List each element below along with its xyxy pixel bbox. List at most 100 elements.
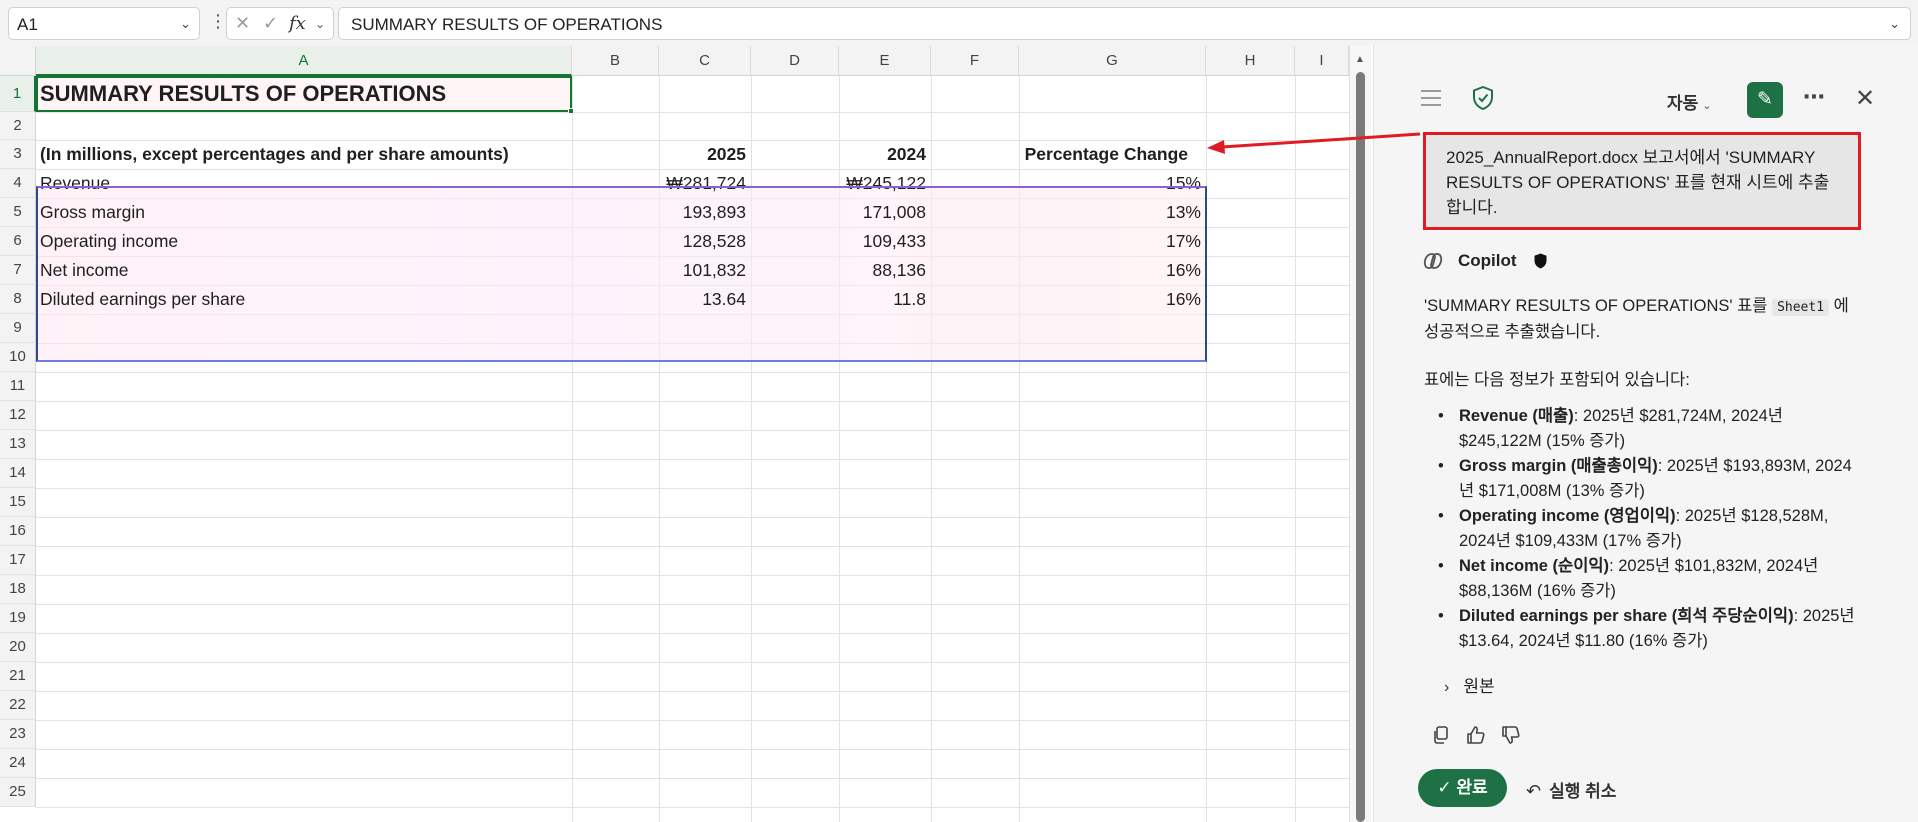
chevron-right-icon: › (1444, 679, 1450, 696)
row-header-2[interactable]: 2 (0, 112, 36, 140)
check-icon: ✓ (1437, 778, 1452, 797)
row-header-8[interactable]: 8 (0, 285, 36, 314)
chevron-down-icon: ⌄ (1702, 100, 1712, 112)
check-icon[interactable]: ✓ (263, 13, 278, 34)
column-header-i[interactable]: I (1295, 46, 1349, 76)
table-row-label[interactable]: Operating income (40, 227, 178, 255)
table-cell-2025[interactable]: 128,528 (659, 227, 746, 255)
thumbs-up-icon[interactable] (1466, 725, 1490, 747)
vertical-scrollbar[interactable]: ▲ (1349, 46, 1371, 822)
done-button[interactable]: ✓ 완료 (1418, 769, 1507, 807)
undo-button[interactable]: ↶ 실행 취소 (1526, 777, 1616, 802)
row-header-23[interactable]: 23 (0, 720, 36, 749)
spreadsheet-grid[interactable]: A B C D E F G H I 1 2 3 4 5 6 7 8 9 10 1… (0, 46, 1349, 822)
table-header-label[interactable]: (In millions, except percentages and per… (40, 140, 509, 168)
table-cell-2024[interactable]: 88,136 (839, 256, 926, 284)
column-header-g[interactable]: G (1019, 46, 1206, 76)
table-cell-change[interactable]: 16% (1019, 285, 1201, 313)
column-header-h[interactable]: H (1206, 46, 1295, 76)
row-header-6[interactable]: 6 (0, 227, 36, 256)
gridline (36, 749, 1349, 750)
row-header-4[interactable]: 4 (0, 169, 36, 198)
formula-input[interactable]: SUMMARY RESULTS OF OPERATIONS ⌄ (338, 7, 1911, 40)
undo-label: 실행 취소 (1549, 782, 1617, 801)
table-header-2025[interactable]: 2025 (659, 140, 746, 168)
column-header-e[interactable]: E (839, 46, 931, 76)
table-row-label[interactable]: Diluted earnings per share (40, 285, 245, 313)
table-row-label[interactable]: Gross margin (40, 198, 145, 226)
table-cell-2025[interactable]: 101,832 (659, 256, 746, 284)
column-header-a[interactable]: A (36, 46, 572, 76)
row-header-24[interactable]: 24 (0, 749, 36, 778)
row-header-14[interactable]: 14 (0, 459, 36, 488)
copy-icon[interactable] (1432, 725, 1456, 747)
fill-handle[interactable] (568, 108, 574, 114)
source-toggle[interactable]: › 원본 (1444, 672, 1495, 697)
row-header-5[interactable]: 5 (0, 198, 36, 227)
fx-icon[interactable]: fx (289, 13, 306, 34)
more-icon[interactable]: ⋯ (1803, 84, 1825, 110)
table-cell-2025[interactable]: 13.64 (659, 285, 746, 313)
thumbs-down-icon[interactable] (1501, 725, 1525, 747)
table-row-label[interactable]: Net income (40, 256, 129, 284)
table-cell-change[interactable]: 15% (1019, 169, 1201, 197)
table-header-change[interactable]: Percentage Change (1019, 140, 1188, 168)
row-header-19[interactable]: 19 (0, 604, 36, 633)
table-cell-change[interactable]: 17% (1019, 227, 1201, 255)
name-box[interactable]: A1 ⌄ (8, 7, 200, 40)
more-vertical-icon[interactable]: ⋮ (209, 11, 227, 32)
column-header-f[interactable]: F (931, 46, 1019, 76)
row-header-7[interactable]: 7 (0, 256, 36, 285)
table-cell-2024[interactable]: 171,008 (839, 198, 926, 226)
column-header-b[interactable]: B (572, 46, 659, 76)
row-header-11[interactable]: 11 (0, 372, 36, 401)
row-header-13[interactable]: 13 (0, 430, 36, 459)
row-header-10[interactable]: 10 (0, 343, 36, 372)
table-cell-2025[interactable]: ₩281,724 (659, 169, 746, 197)
row-header-25[interactable]: 25 (0, 778, 36, 807)
cancel-icon[interactable]: ✕ (235, 13, 250, 34)
list-item: Net income (순이익): 2025년 $101,832M, 2024년… (1424, 554, 1866, 604)
gridline (1295, 76, 1296, 822)
table-cell-2024[interactable]: ₩245,122 (839, 169, 926, 197)
list-item: Gross margin (매출총이익): 2025년 $193,893M, 2… (1424, 454, 1866, 504)
row-header-9[interactable]: 9 (0, 314, 36, 343)
shield-check-icon[interactable] (1472, 86, 1494, 110)
scroll-up-icon[interactable]: ▲ (1355, 54, 1365, 65)
row-header-20[interactable]: 20 (0, 633, 36, 662)
table-cell-2024[interactable]: 11.8 (839, 285, 926, 313)
bullet-key: Net income (순이익) (1459, 557, 1610, 575)
table-cell-2024[interactable]: 109,433 (839, 227, 926, 255)
gridline (36, 459, 1349, 460)
formula-tools: ✕ ✓ fx ⌄ (226, 7, 334, 40)
close-icon[interactable]: ✕ (1855, 84, 1875, 113)
chevron-down-icon[interactable]: ⌄ (1889, 16, 1900, 32)
hamburger-icon[interactable] (1421, 90, 1441, 111)
chevron-down-icon[interactable]: ⌄ (180, 16, 191, 32)
table-cell-2025[interactable]: 193,893 (659, 198, 746, 226)
row-header-22[interactable]: 22 (0, 691, 36, 720)
row-header-17[interactable]: 17 (0, 546, 36, 575)
gridline (36, 575, 1349, 576)
row-header-12[interactable]: 12 (0, 401, 36, 430)
row-header-3[interactable]: 3 (0, 140, 36, 169)
list-item: Revenue (매출): 2025년 $281,724M, 2024년 $24… (1424, 404, 1866, 454)
table-cell-change[interactable]: 16% (1019, 256, 1201, 284)
row-header-16[interactable]: 16 (0, 517, 36, 546)
table-header-2024[interactable]: 2024 (839, 140, 926, 168)
table-row-label[interactable]: Revenue (40, 169, 110, 197)
column-header-d[interactable]: D (751, 46, 839, 76)
response-bullets: Revenue (매출): 2025년 $281,724M, 2024년 $24… (1424, 404, 1866, 654)
column-header-c[interactable]: C (659, 46, 751, 76)
row-header-21[interactable]: 21 (0, 662, 36, 691)
table-cell-change[interactable]: 13% (1019, 198, 1201, 226)
chevron-down-icon[interactable]: ⌄ (315, 17, 325, 31)
mode-dropdown[interactable]: 자동 ⌄ (1667, 89, 1712, 114)
new-chat-icon[interactable]: ✎ (1747, 82, 1783, 118)
scroll-thumb[interactable] (1356, 72, 1365, 822)
row-header-18[interactable]: 18 (0, 575, 36, 604)
select-all-corner[interactable] (0, 46, 36, 76)
row-header-15[interactable]: 15 (0, 488, 36, 517)
row-header-1[interactable]: 1 (0, 76, 36, 112)
gridline (36, 546, 1349, 547)
